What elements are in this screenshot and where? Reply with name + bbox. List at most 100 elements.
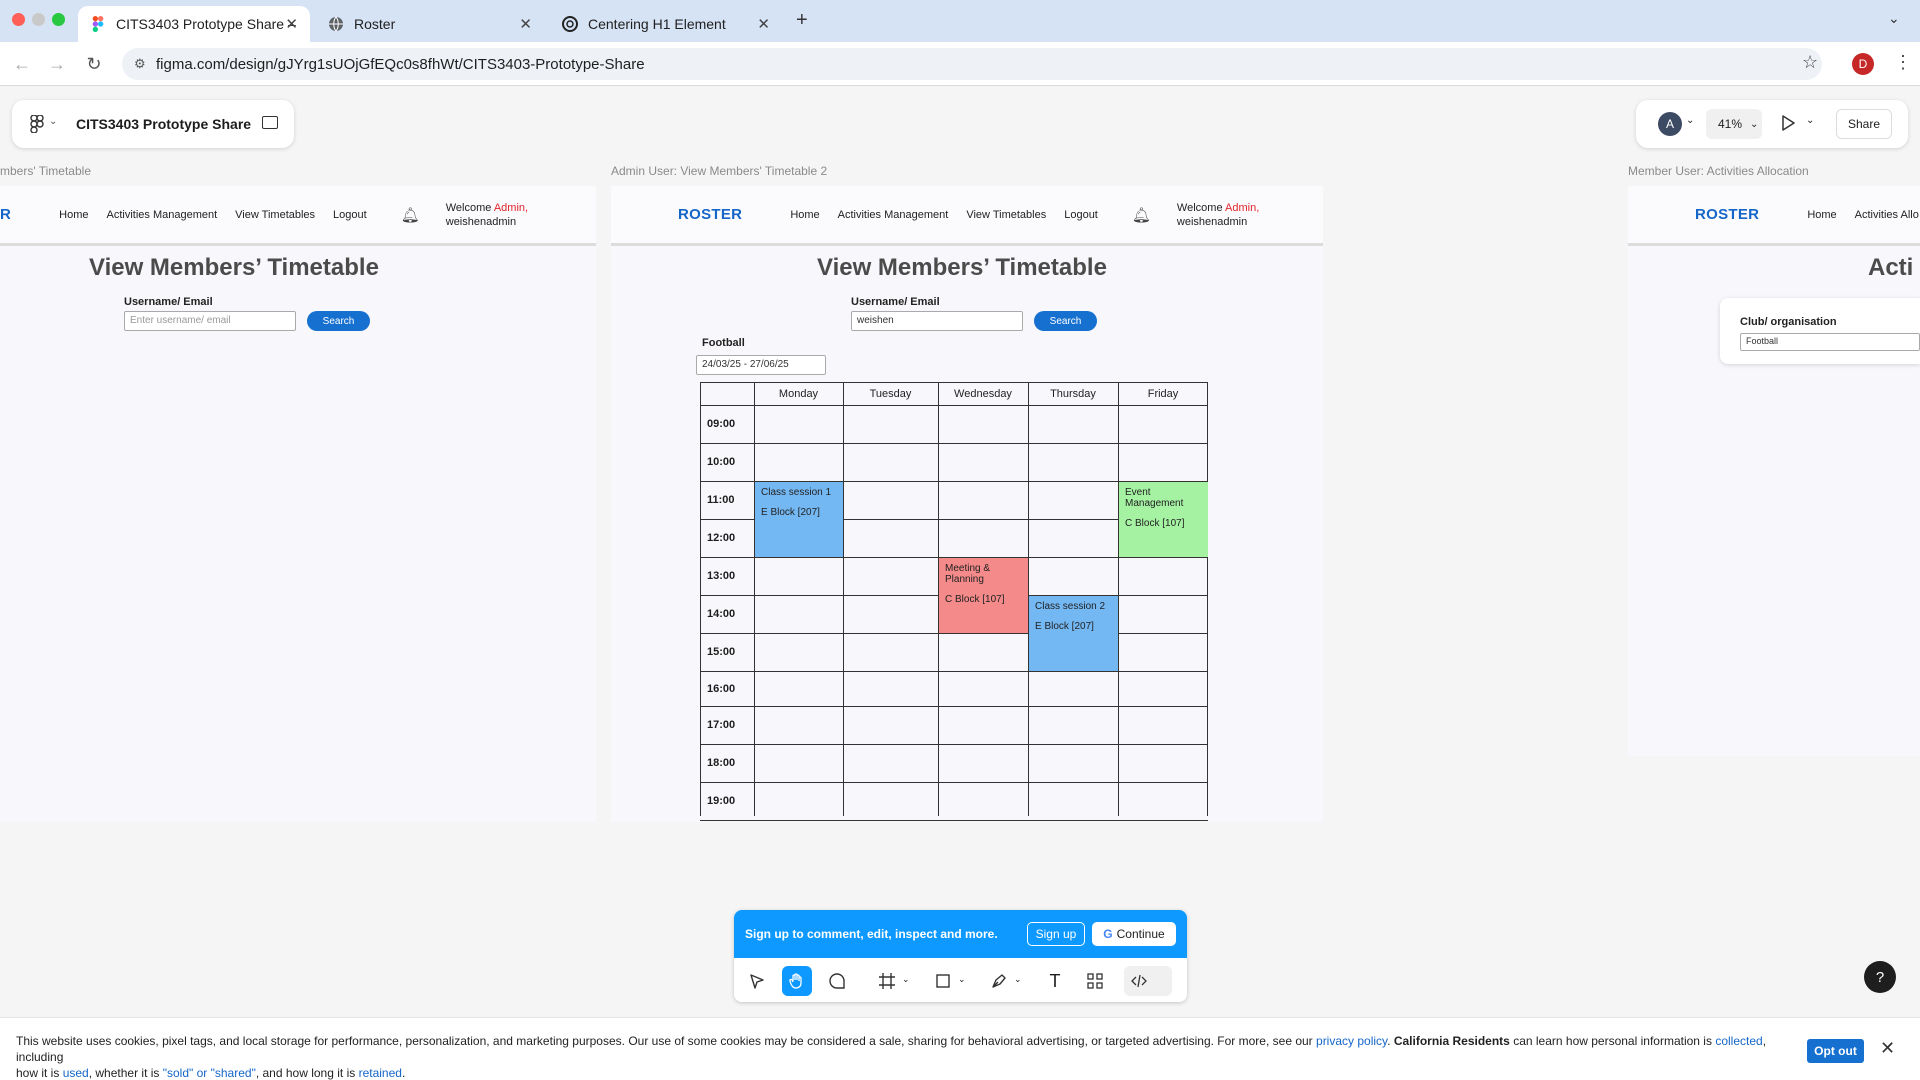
present-play-icon[interactable] bbox=[1780, 114, 1796, 137]
tab-roster[interactable]: Roster ✕ bbox=[316, 6, 544, 42]
tab-figma[interactable]: CITS3403 Prototype Share – ✕ bbox=[78, 6, 310, 42]
chevron-down-icon[interactable]: ⌄ bbox=[902, 974, 910, 985]
club-org-input[interactable]: Football bbox=[1740, 333, 1920, 351]
event-title: Class session 1 bbox=[761, 487, 832, 498]
nav-view-timetables[interactable]: View Timetables bbox=[966, 209, 1046, 221]
close-icon[interactable]: ✕ bbox=[519, 15, 532, 33]
date-range-select[interactable]: 24/03/25 - 27/06/25 bbox=[696, 355, 826, 375]
text-tool-icon[interactable]: T bbox=[1040, 966, 1070, 996]
welcome-text: Welcome Admin, weishenadmin bbox=[446, 201, 528, 229]
sidebar-toggle-icon[interactable] bbox=[262, 116, 278, 129]
nav-activities-management[interactable]: Activities Management bbox=[838, 209, 949, 221]
comment-tool-icon[interactable] bbox=[822, 966, 852, 996]
dev-mode-toggle[interactable] bbox=[1124, 966, 1172, 996]
move-tool-icon[interactable] bbox=[742, 966, 772, 996]
search-button[interactable]: Search bbox=[1034, 311, 1097, 331]
window-close-button[interactable] bbox=[12, 13, 25, 26]
sold-shared-link[interactable]: "sold" or "shared" bbox=[163, 1066, 256, 1080]
chevron-down-icon[interactable]: ⌄ bbox=[958, 974, 966, 985]
roster-navbar: R Home Activities Management View Timeta… bbox=[0, 186, 596, 246]
privacy-policy-link[interactable]: privacy policy bbox=[1316, 1034, 1387, 1048]
reload-icon[interactable]: ↻ bbox=[82, 52, 106, 76]
timetable-grid: Monday Tuesday Wednesday Thursday Friday 09:0… bbox=[700, 382, 1208, 821]
close-icon[interactable]: ✕ bbox=[1880, 1038, 1895, 1059]
user-avatar[interactable]: A bbox=[1658, 112, 1682, 136]
close-icon[interactable]: ✕ bbox=[285, 15, 298, 33]
rectangle-tool-icon[interactable] bbox=[928, 966, 958, 996]
chevron-down-icon[interactable]: ⌄ bbox=[49, 116, 57, 127]
tab-centering[interactable]: Centering H1 Element ✕ bbox=[550, 6, 782, 42]
assets-tool-icon[interactable] bbox=[1080, 966, 1110, 996]
used-link[interactable]: used bbox=[63, 1066, 89, 1080]
event-block[interactable]: Meeting & Planning C Block [107] bbox=[939, 558, 1028, 633]
window-minimize-button[interactable] bbox=[32, 13, 45, 26]
event-block[interactable]: Event Management C Block [107] bbox=[1119, 482, 1208, 557]
grid-line bbox=[843, 382, 844, 816]
nav-activities-management[interactable]: Activities Allo bbox=[1855, 209, 1919, 221]
grid-line bbox=[700, 633, 1208, 634]
window-maximize-button[interactable] bbox=[52, 13, 65, 26]
url-bar[interactable]: ⚙ figma.com/design/gJYrg1sUOjGfEQc0s8fhW… bbox=[122, 48, 1822, 80]
profile-avatar[interactable]: D bbox=[1852, 53, 1874, 75]
tab-label: CITS3403 Prototype Share – bbox=[116, 16, 296, 32]
view-toolbar: A ⌄ 41% ⌄ ⌄ Share bbox=[1636, 100, 1908, 148]
chevron-down-icon: ⌄ bbox=[1750, 118, 1759, 130]
chevron-down-icon[interactable]: ⌄ bbox=[1686, 115, 1694, 126]
hand-tool-icon[interactable] bbox=[782, 966, 812, 996]
event-block[interactable]: Class session 1 E Block [207] bbox=[755, 482, 843, 557]
page-title: View Members’ Timetable bbox=[89, 254, 379, 281]
signup-button[interactable]: Sign up bbox=[1027, 922, 1085, 946]
file-title[interactable]: CITS3403 Prototype Share bbox=[76, 116, 251, 132]
chevron-down-icon[interactable]: ⌄ bbox=[1014, 974, 1022, 985]
nav-home[interactable]: Home bbox=[1807, 209, 1836, 221]
frame-label[interactable]: mbers' Timetable bbox=[0, 164, 91, 178]
cookie-text-part: This website uses cookies, pixel tags, a… bbox=[16, 1034, 1317, 1048]
cookie-banner: This website uses cookies, pixel tags, a… bbox=[0, 1017, 1920, 1080]
username-input[interactable]: weishen bbox=[851, 311, 1023, 331]
username-label: Username/ Email bbox=[851, 296, 940, 308]
new-tab-icon[interactable]: + bbox=[796, 9, 808, 32]
roster-logo[interactable]: ROSTER bbox=[1695, 206, 1759, 223]
opt-out-button[interactable]: Opt out bbox=[1807, 1039, 1864, 1063]
pen-tool-icon[interactable] bbox=[984, 966, 1014, 996]
time-label: 14:00 bbox=[707, 608, 736, 620]
close-icon[interactable]: ✕ bbox=[757, 15, 770, 33]
page-title: Acti bbox=[1868, 254, 1914, 281]
bookmark-star-icon[interactable]: ☆ bbox=[1802, 52, 1818, 73]
retained-link[interactable]: retained bbox=[359, 1066, 402, 1080]
roster-logo[interactable]: ROSTER bbox=[678, 206, 742, 223]
browser-menu-icon[interactable]: ⋮ bbox=[1894, 52, 1912, 73]
roster-logo[interactable]: R bbox=[0, 206, 11, 223]
username-input[interactable]: Enter username/ email bbox=[124, 311, 296, 331]
nav-home[interactable]: Home bbox=[790, 209, 819, 221]
chevron-down-icon[interactable]: ⌄ bbox=[1806, 115, 1814, 126]
nav-view-timetables[interactable]: View Timetables bbox=[235, 209, 315, 221]
nav-logout[interactable]: Logout bbox=[333, 209, 367, 221]
search-button[interactable]: Search bbox=[307, 311, 370, 331]
bell-icon[interactable]: 🔔︎ bbox=[1132, 206, 1151, 224]
frame-tool-icon[interactable] bbox=[872, 966, 902, 996]
share-button[interactable]: Share bbox=[1836, 109, 1892, 139]
frame-label[interactable]: Admin User: View Members' Timetable 2 bbox=[611, 164, 827, 178]
signup-message: Sign up to comment, edit, inspect and mo… bbox=[745, 927, 998, 941]
tab-search-chevron-icon[interactable]: ⌄ bbox=[1888, 10, 1900, 27]
site-settings-icon[interactable]: ⚙ bbox=[134, 56, 146, 72]
frame-label[interactable]: Member User: Activities Allocation bbox=[1628, 164, 1809, 178]
collected-link[interactable]: collected bbox=[1715, 1034, 1762, 1048]
grid-line bbox=[700, 782, 1208, 783]
nav-logout[interactable]: Logout bbox=[1064, 209, 1098, 221]
continue-google-button[interactable]: G Continue bbox=[1092, 922, 1176, 946]
bell-icon[interactable]: 🔔︎ bbox=[401, 206, 420, 224]
grid-line bbox=[700, 820, 1208, 821]
username-label: Username/ Email bbox=[124, 296, 213, 308]
zoom-selector[interactable]: 41% ⌄ bbox=[1706, 109, 1762, 139]
forward-arrow-icon[interactable]: → bbox=[45, 52, 69, 76]
help-button[interactable]: ? bbox=[1864, 961, 1896, 993]
event-block[interactable]: Class session 2 E Block [207] bbox=[1029, 596, 1118, 671]
nav-activities-management[interactable]: Activities Management bbox=[106, 209, 217, 221]
back-arrow-icon[interactable]: ← bbox=[10, 52, 34, 76]
figma-menu-icon[interactable] bbox=[30, 114, 44, 138]
grid-line bbox=[1207, 382, 1208, 816]
nav-home[interactable]: Home bbox=[59, 209, 88, 221]
time-label: 11:00 bbox=[707, 494, 735, 506]
